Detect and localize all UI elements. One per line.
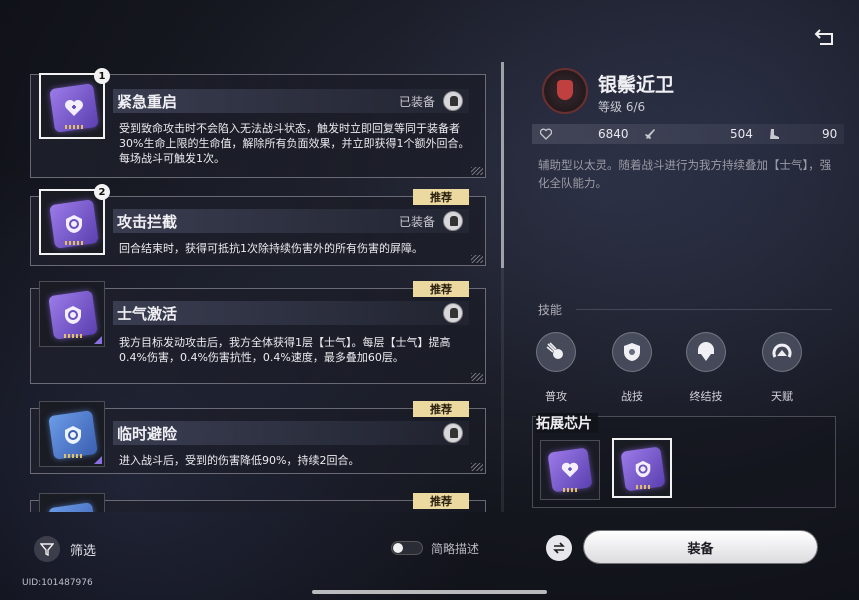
chip-card[interactable]: 1 紧急重启 已装备 受到致命攻击时不会陷入无法战斗状态，触发时立即回复等同于装… bbox=[30, 68, 486, 178]
skill-label: 普攻 bbox=[545, 390, 567, 403]
filter-icon bbox=[40, 543, 54, 556]
chip-description: 我方目标发动攻击后，我方全体获得1层【士气】。每层【士气】提高0.4%伤害，0.… bbox=[119, 336, 451, 364]
back-icon[interactable] bbox=[814, 26, 838, 48]
equipped-status: 已装备 bbox=[398, 95, 435, 109]
slot-number-badge: 2 bbox=[94, 184, 110, 200]
scrollbar-thumb[interactable] bbox=[501, 62, 504, 268]
chip-description: 进入战斗后，受到的伤害降低90%，持续2回合。 bbox=[119, 454, 360, 467]
filter-button[interactable] bbox=[34, 536, 60, 562]
corner-decoration bbox=[471, 167, 483, 175]
list-scrollbar[interactable] bbox=[501, 62, 504, 512]
skill-talent[interactable] bbox=[762, 332, 802, 372]
recommended-tag: 推荐 bbox=[413, 401, 469, 417]
heart-icon bbox=[540, 128, 552, 140]
chip-pins bbox=[636, 485, 652, 489]
chip-slot bbox=[39, 401, 105, 467]
stats-bar: 6840 504 90 bbox=[532, 124, 844, 144]
chip-card[interactable]: 推荐 2 攻击拦截 已装备 回合结束时，获得可抵抗1次除持续伤害外的所有伤害的屏… bbox=[30, 184, 486, 266]
extension-chip-slot-1[interactable] bbox=[540, 440, 600, 500]
chip-description: 受到致命攻击时不会陷入无法战斗状态，触发时立即回复等同于装备者30%生命上限的生… bbox=[119, 122, 470, 165]
comet-icon bbox=[546, 342, 563, 359]
chip-description: 回合结束时，获得可抵抗1次除持续伤害外的所有伤害的屏障。 bbox=[119, 242, 423, 255]
heart-chip-icon bbox=[547, 447, 593, 493]
chip-card[interactable]: 推荐 士气激活 我方目标发动攻击后，我方全体获得1层【士气】。每层【士气】提高0… bbox=[30, 281, 486, 384]
chip-name: 攻击拦截 bbox=[117, 213, 178, 231]
skill-label: 天赋 bbox=[771, 390, 793, 403]
chip-pins bbox=[65, 125, 83, 129]
chip-pins bbox=[65, 241, 83, 245]
chip-slot bbox=[39, 281, 105, 347]
extension-chip-slot-2[interactable] bbox=[612, 438, 672, 498]
recommended-tag: 推荐 bbox=[413, 189, 469, 205]
equipped-avatar bbox=[443, 91, 463, 111]
chip-slot: 1 bbox=[39, 68, 110, 139]
chip-card[interactable]: 推荐 bbox=[30, 493, 486, 512]
slot-number-badge: 1 bbox=[94, 68, 110, 84]
character-description: 辅助型以太灵。随着战斗进行为我方持续叠加【士气】，强化全队能力。 bbox=[538, 158, 832, 190]
chip-slot: 2 bbox=[39, 184, 110, 255]
equipped-status: 已装备 bbox=[398, 215, 435, 229]
uid-label: UID:101487976 bbox=[22, 578, 93, 588]
skills-label: 技能 bbox=[538, 303, 563, 317]
skill-battle[interactable] bbox=[612, 332, 652, 372]
chip-title-bar: 士气激活 bbox=[113, 301, 469, 325]
chip-title-bar: 攻击拦截 已装备 bbox=[113, 209, 469, 233]
helmet-icon bbox=[698, 342, 714, 361]
chip-name: 士气激活 bbox=[117, 305, 178, 323]
corner-decoration bbox=[471, 255, 483, 263]
skill-ultimate[interactable] bbox=[686, 332, 726, 372]
recommended-tag: 推荐 bbox=[413, 281, 469, 297]
talent-icon bbox=[772, 343, 792, 358]
chip-name: 紧急重启 bbox=[117, 93, 178, 111]
rarity-corner bbox=[94, 456, 102, 464]
speed-value: 90 bbox=[822, 127, 838, 141]
corner-decoration bbox=[471, 463, 483, 471]
swap-button[interactable] bbox=[546, 535, 572, 561]
extension-title: 拓展芯片 bbox=[536, 413, 598, 433]
shield-chip-icon bbox=[48, 502, 98, 512]
chip-pins bbox=[64, 454, 82, 458]
sword-icon bbox=[645, 129, 655, 139]
character-avatar bbox=[443, 303, 463, 323]
brief-description-toggle[interactable] bbox=[391, 541, 423, 555]
chip-pins bbox=[563, 488, 579, 492]
toggle-knob bbox=[393, 543, 403, 553]
equipped-avatar bbox=[443, 211, 463, 231]
equip-button[interactable]: 装备 bbox=[584, 531, 817, 563]
shield-chip-icon bbox=[48, 410, 98, 460]
recommended-tag: 推荐 bbox=[413, 493, 469, 509]
character-name: 银鬃近卫 bbox=[598, 74, 675, 96]
boot-icon bbox=[770, 129, 779, 139]
chip-card[interactable]: 推荐 临时避险 进入战斗后，受到的伤害降低90%，持续2回合。 bbox=[30, 401, 486, 474]
brief-description-label: 简略描述 bbox=[431, 542, 480, 556]
hp-value: 6840 bbox=[598, 127, 629, 141]
character-emblem-icon bbox=[542, 68, 588, 114]
chip-slot bbox=[39, 493, 105, 512]
rarity-corner bbox=[94, 336, 102, 344]
character-panel: 银鬃近卫 等级 6/6 6840 504 90 辅助型以太灵。随着战斗进行为我方… bbox=[512, 50, 847, 515]
skill-basic-attack[interactable] bbox=[536, 332, 576, 372]
corner-decoration bbox=[471, 373, 483, 381]
shield-icon bbox=[623, 343, 641, 361]
chip-name: 临时避险 bbox=[117, 425, 178, 443]
home-indicator bbox=[312, 590, 547, 594]
chip-title-bar: 紧急重启 已装备 bbox=[113, 89, 469, 113]
skill-label: 终结技 bbox=[689, 390, 723, 403]
skill-label: 战技 bbox=[621, 390, 643, 403]
swap-icon bbox=[553, 542, 565, 554]
attack-value: 504 bbox=[730, 127, 753, 141]
skills-divider bbox=[576, 309, 832, 310]
character-level: 等级 6/6 bbox=[598, 100, 646, 114]
shield-chip-icon bbox=[48, 290, 98, 340]
chip-title-bar: 临时避险 bbox=[113, 421, 469, 445]
chip-pins bbox=[64, 334, 82, 338]
character-avatar bbox=[443, 423, 463, 443]
chip-list[interactable]: 1 紧急重启 已装备 受到致命攻击时不会陷入无法战斗状态，触发时立即回复等同于装… bbox=[30, 62, 500, 512]
filter-label[interactable]: 筛选 bbox=[70, 540, 96, 559]
